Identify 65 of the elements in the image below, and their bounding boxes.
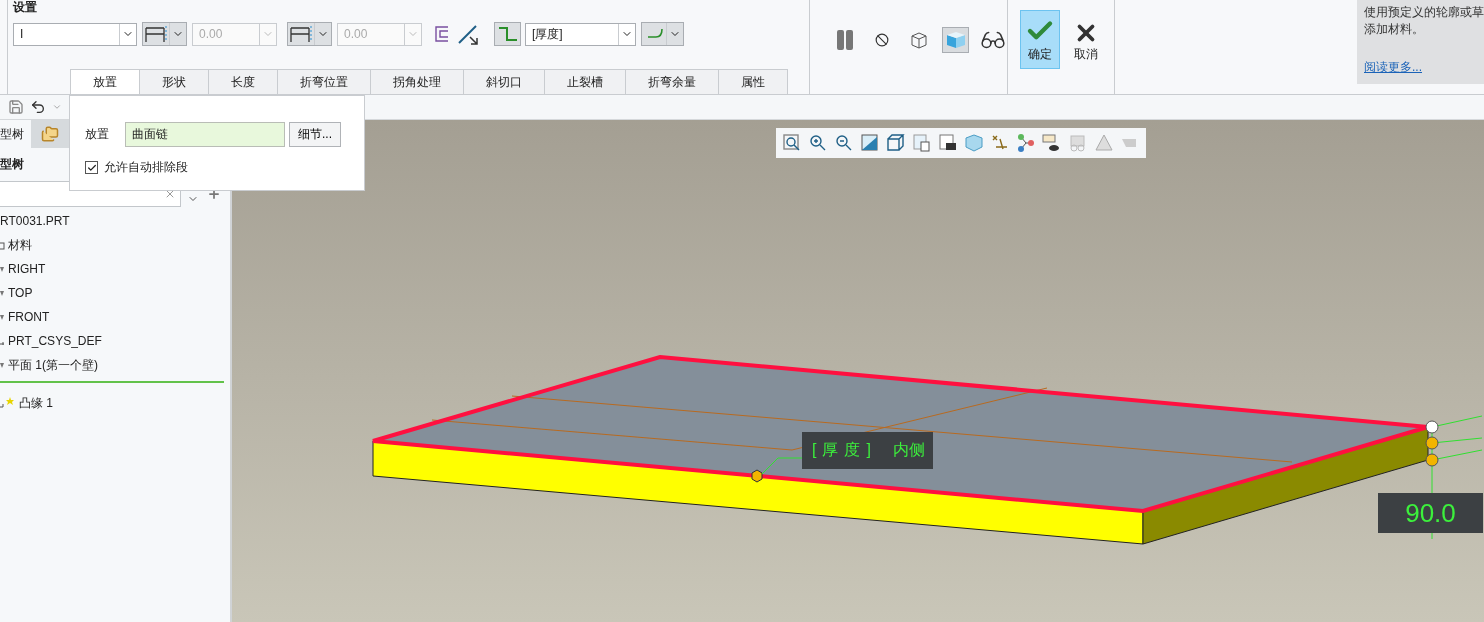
- panel-tab[interactable]: 拐角处理: [370, 69, 463, 94]
- bend-side-button[interactable]: [641, 22, 684, 46]
- view-list-icon[interactable]: [912, 133, 932, 153]
- offset-type-button[interactable]: [142, 22, 187, 46]
- leader-line: [761, 457, 803, 475]
- anchor-handle-icon[interactable]: [751, 469, 763, 483]
- details-button[interactable]: 细节...: [289, 122, 341, 147]
- bend-icon: [496, 25, 519, 43]
- display-toggle[interactable]: [942, 27, 969, 53]
- tree-item[interactable]: RIGHT: [0, 257, 230, 281]
- zoom-out-icon[interactable]: [834, 133, 854, 153]
- side-label: 内侧: [892, 440, 925, 460]
- model-tree-tab[interactable]: 型树: [0, 120, 28, 148]
- transparent-box-icon[interactable]: [964, 133, 984, 153]
- panel-tab[interactable]: 长度: [208, 69, 277, 94]
- undo-icon[interactable]: [30, 99, 46, 115]
- thickness-select[interactable]: [厚度]: [525, 22, 636, 46]
- panel-tab[interactable]: 止裂槽: [544, 69, 625, 94]
- zoom-fit-icon[interactable]: [782, 133, 802, 153]
- group-title: 设置: [13, 0, 37, 14]
- cancel-button[interactable]: 取消: [1066, 10, 1106, 69]
- new-feature-icon: [0, 396, 16, 410]
- tree-item[interactable]: 材料: [0, 233, 230, 257]
- panel-tab[interactable]: 折弯余量: [625, 69, 718, 94]
- wireframe-icon: [908, 31, 929, 49]
- help-text-line: 添加材料。: [1364, 21, 1425, 38]
- placement-label: 放置: [85, 126, 110, 143]
- tree-item[interactable]: RT0031.PRT: [0, 209, 230, 233]
- auto-exclude-label: 允许自动排除段: [104, 159, 188, 176]
- tree-item[interactable]: PRT_CSYS_DEF: [0, 329, 230, 353]
- cube-icon[interactable]: [886, 133, 906, 153]
- panel-tab[interactable]: 属性: [718, 69, 788, 94]
- tree-item[interactable]: FRONT: [0, 305, 230, 329]
- folder-tab[interactable]: [31, 120, 69, 148]
- bend-type-button[interactable]: [494, 22, 521, 46]
- panel-tab[interactable]: 放置: [70, 69, 139, 94]
- panel-tab[interactable]: 折弯位置: [277, 69, 370, 94]
- ok-button[interactable]: 确定: [1020, 10, 1060, 69]
- dimension-callout[interactable]: [厚度] 内侧: [802, 432, 933, 469]
- save-icon[interactable]: [8, 99, 24, 115]
- camera-icon[interactable]: [938, 133, 958, 153]
- section-icon[interactable]: [860, 133, 880, 153]
- panel-tab[interactable]: 斜切口: [463, 69, 544, 94]
- offset-icon: [288, 24, 314, 44]
- flip-arrow-icon[interactable]: [456, 23, 480, 45]
- thickness-label: [厚度]: [812, 440, 877, 460]
- tree-item[interactable]: 凸缘 1: [0, 391, 230, 415]
- angle-dimension[interactable]: 90.0: [1378, 493, 1483, 533]
- panel-tab[interactable]: 形状: [139, 69, 208, 94]
- tree-header: 型树: [0, 156, 24, 172]
- help-text-line: 使用预定义的轮廓或草: [1364, 4, 1484, 21]
- folders-icon: [41, 125, 59, 143]
- offset-type-button[interactable]: [287, 22, 332, 46]
- stop-icon: [875, 33, 890, 47]
- tree-item[interactable]: 平面 1(第一个壁): [0, 353, 230, 377]
- node-graph-icon[interactable]: [1016, 133, 1036, 153]
- offset-icon: [143, 24, 169, 44]
- zoom-in-icon[interactable]: [808, 133, 828, 153]
- shaded-box-icon: [944, 31, 967, 49]
- read-more-link[interactable]: 阅读更多...: [1364, 59, 1484, 76]
- placement-field[interactable]: 曲面链: [125, 122, 285, 147]
- tree-item[interactable]: TOP: [0, 281, 230, 305]
- auto-exclude-checkbox[interactable]: [85, 161, 98, 174]
- type-select[interactable]: I: [13, 22, 137, 46]
- check-icon: [86, 162, 97, 173]
